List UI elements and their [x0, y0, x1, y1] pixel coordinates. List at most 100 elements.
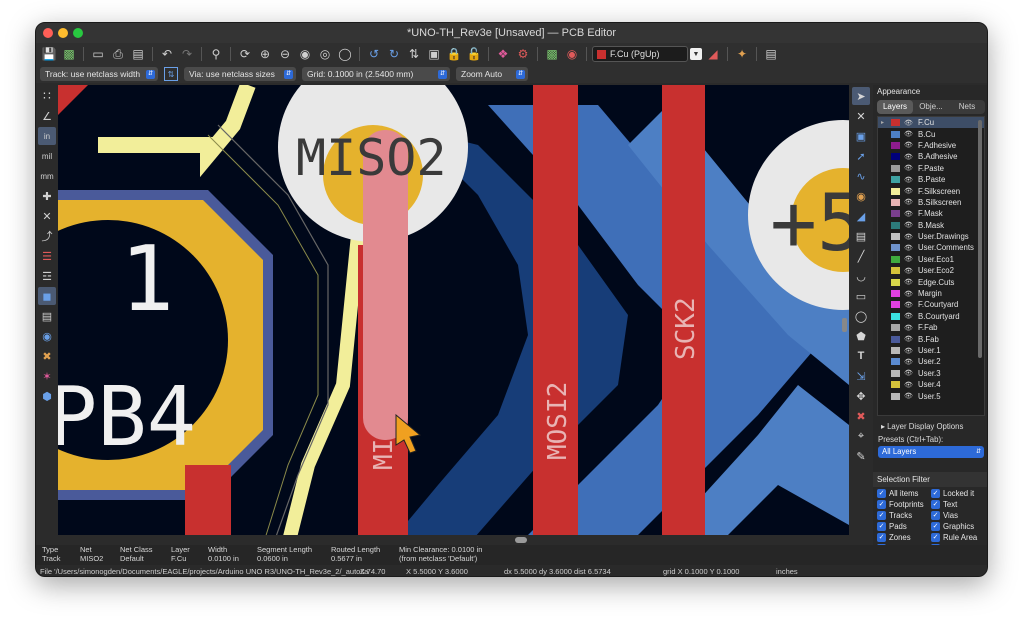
- drc-icon[interactable]: ⚙: [514, 45, 532, 63]
- tab-layers[interactable]: Layers: [877, 100, 913, 114]
- selection-filter-item[interactable]: ✓ Pads: [877, 522, 931, 531]
- layer-color-swatch[interactable]: [891, 358, 900, 366]
- layer-color-swatch[interactable]: [891, 141, 900, 149]
- units-mm-button[interactable]: mm: [38, 167, 56, 185]
- fcu-track-mosi2[interactable]: [533, 85, 578, 545]
- move-icon[interactable]: ✥: [852, 387, 870, 405]
- selection-filter-item[interactable]: ✓ Locked it: [931, 489, 985, 498]
- checkbox-checked-icon[interactable]: ✓: [931, 500, 940, 509]
- visibility-eye-icon[interactable]: 👁: [904, 244, 914, 252]
- measure-icon[interactable]: ✎: [852, 447, 870, 465]
- layer-color-swatch[interactable]: [891, 392, 900, 400]
- netlist-icon[interactable]: ❖: [494, 45, 512, 63]
- layer-row[interactable]: 👁 User.5: [878, 390, 984, 401]
- zoom-selection-icon[interactable]: ◯: [336, 45, 354, 63]
- selection-filter-item[interactable]: ✓ Vias: [931, 511, 985, 520]
- visibility-eye-icon[interactable]: 👁: [904, 119, 914, 127]
- layer-color-swatch[interactable]: [891, 221, 900, 229]
- layer-color-swatch[interactable]: [891, 278, 900, 286]
- layer-color-swatch[interactable]: [891, 210, 900, 218]
- zoom-objects-icon[interactable]: ◎: [316, 45, 334, 63]
- track-width-select[interactable]: Track: use netclass width ⇵: [40, 67, 158, 81]
- units-inch-button[interactable]: in: [38, 127, 56, 145]
- selection-filter-item[interactable]: ✓ Graphics: [931, 522, 985, 531]
- high-contrast-icon[interactable]: ◉: [38, 327, 56, 345]
- redo-icon[interactable]: ↷: [178, 45, 196, 63]
- add-text-icon[interactable]: T: [852, 347, 870, 365]
- layer-row[interactable]: 👁 User.3: [878, 368, 984, 379]
- zoom-out-icon[interactable]: ⊖: [276, 45, 294, 63]
- checkbox-checked-icon[interactable]: ✓: [877, 533, 886, 542]
- layer-row[interactable]: 👁 B.Silkscreen: [878, 197, 984, 208]
- layer-row[interactable]: 👁 F.Adhesive: [878, 140, 984, 151]
- selection-filter-item[interactable]: ✓ Rule Area: [931, 533, 985, 542]
- grid-toggle-icon[interactable]: ∷: [38, 87, 56, 105]
- via-display-icon[interactable]: ▤: [38, 307, 56, 325]
- zoom-fit-icon[interactable]: ◉: [296, 45, 314, 63]
- layer-row[interactable]: 👁 User.Drawings: [878, 231, 984, 242]
- layer-row[interactable]: 👁 B.Courtyard: [878, 311, 984, 322]
- select-tool-icon[interactable]: ➤: [852, 87, 870, 105]
- layer-row[interactable]: 👁 Margin: [878, 288, 984, 299]
- checkbox-checked-icon[interactable]: ✓: [877, 511, 886, 520]
- visibility-eye-icon[interactable]: 👁: [904, 210, 914, 218]
- layer-color-swatch[interactable]: [891, 164, 900, 172]
- unlock-icon[interactable]: 🔓: [465, 45, 483, 63]
- horizontal-scroll-thumb[interactable]: [515, 537, 527, 543]
- refresh-icon[interactable]: ⟳: [236, 45, 254, 63]
- layer-color-swatch[interactable]: [891, 176, 900, 184]
- draw-rectangle-icon[interactable]: ▭: [852, 287, 870, 305]
- tab-nets[interactable]: Nets: [949, 100, 985, 114]
- checkbox-checked-icon[interactable]: ✓: [931, 511, 940, 520]
- scripting-icon[interactable]: ✦: [733, 45, 751, 63]
- lock-icon[interactable]: 🔒: [445, 45, 463, 63]
- checkbox-checked-icon[interactable]: ✓: [931, 522, 940, 531]
- units-mil-button[interactable]: mil: [38, 147, 56, 165]
- visibility-eye-icon[interactable]: 👁: [904, 130, 914, 138]
- visibility-eye-icon[interactable]: 👁: [904, 301, 914, 309]
- width-toggle-icon[interactable]: ⇅: [164, 67, 178, 81]
- via-size-select[interactable]: Via: use netclass sizes ⇵: [184, 67, 296, 81]
- layer-color-swatch[interactable]: [891, 255, 900, 263]
- add-footprint-icon[interactable]: ▣: [852, 127, 870, 145]
- page-settings-icon[interactable]: ▭: [89, 45, 107, 63]
- selection-filter-item[interactable]: ✓ All items: [877, 489, 931, 498]
- visibility-eye-icon[interactable]: 👁: [904, 392, 914, 400]
- horizontal-scrollbar[interactable]: [58, 535, 849, 545]
- layer-row[interactable]: 👁 Edge.Cuts: [878, 276, 984, 287]
- zoom-select[interactable]: Zoom Auto ⇵: [456, 67, 528, 81]
- visibility-eye-icon[interactable]: 👁: [904, 290, 914, 298]
- layer-color-swatch[interactable]: [891, 369, 900, 377]
- pcb-canvas[interactable]: MISO2 +5 1 PB4 MOSI2 SCK2 MI: [58, 85, 849, 545]
- add-dimension-icon[interactable]: ⇲: [852, 367, 870, 385]
- set-origin-icon[interactable]: ⌖: [852, 427, 870, 445]
- layer-row[interactable]: 👁 User.Eco2: [878, 265, 984, 276]
- tab-objects[interactable]: Obje...: [913, 100, 949, 114]
- visibility-eye-icon[interactable]: 👁: [904, 176, 914, 184]
- visibility-eye-icon[interactable]: 👁: [904, 324, 914, 332]
- draw-line-icon[interactable]: ╱: [852, 247, 870, 265]
- rule-area-icon[interactable]: ▤: [852, 227, 870, 245]
- layer-display-options[interactable]: ▸ Layer Display Options: [873, 418, 987, 435]
- visibility-eye-icon[interactable]: 👁: [904, 381, 914, 389]
- rotate-ccw-icon[interactable]: ↺: [365, 45, 383, 63]
- layer-row[interactable]: 👁 B.Cu: [878, 128, 984, 139]
- grid-select[interactable]: Grid: 0.1000 in (2.5400 mm) ⇵: [302, 67, 450, 81]
- layer-color-swatch[interactable]: [891, 381, 900, 389]
- checkbox-checked-icon[interactable]: ✓: [931, 489, 940, 498]
- add-zone-icon[interactable]: ◢: [852, 207, 870, 225]
- layer-color-swatch[interactable]: [891, 244, 900, 252]
- polar-coords-icon[interactable]: ∠: [38, 107, 56, 125]
- checkbox-checked-icon[interactable]: ✓: [877, 489, 886, 498]
- group-icon[interactable]: ▣: [425, 45, 443, 63]
- layer-row[interactable]: ▸ 👁 F.Cu: [878, 117, 984, 129]
- draw-polygon-icon[interactable]: ⬟: [852, 327, 870, 345]
- layer-color-swatch[interactable]: [891, 290, 900, 298]
- maximize-window-button[interactable]: [73, 28, 83, 38]
- board-view[interactable]: MISO2 +5 1 PB4 MOSI2 SCK2 MI: [58, 85, 849, 545]
- presets-select[interactable]: All Layers ⇵: [878, 446, 984, 458]
- visibility-eye-icon[interactable]: 👁: [904, 164, 914, 172]
- selection-filter-item[interactable]: ✓ Text: [931, 500, 985, 509]
- print-icon[interactable]: ⎙: [109, 45, 127, 63]
- layer-color-swatch[interactable]: [891, 198, 900, 206]
